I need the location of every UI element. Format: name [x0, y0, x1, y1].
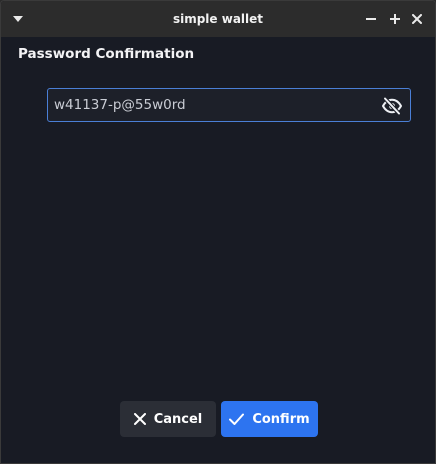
password-value: w41137-p@55w0rd: [54, 97, 186, 113]
x-icon: [133, 413, 146, 425]
app-window: simple wallet Password Confirmation w411…: [0, 0, 436, 464]
cancel-button[interactable]: Cancel: [120, 401, 216, 437]
dialog-heading: Password Confirmation: [18, 46, 195, 62]
confirm-label: Confirm: [252, 411, 310, 427]
title-bar[interactable]: simple wallet: [1, 1, 435, 37]
cancel-label: Cancel: [153, 411, 203, 427]
password-field[interactable]: w41137-p@55w0rd: [47, 88, 411, 122]
minimize-icon[interactable]: [362, 10, 380, 28]
eye-off-icon[interactable]: [382, 96, 402, 116]
checkmark-icon: [229, 413, 245, 425]
close-icon[interactable]: [408, 10, 426, 28]
confirm-button[interactable]: Confirm: [221, 401, 318, 437]
maximize-icon[interactable]: [386, 10, 404, 28]
